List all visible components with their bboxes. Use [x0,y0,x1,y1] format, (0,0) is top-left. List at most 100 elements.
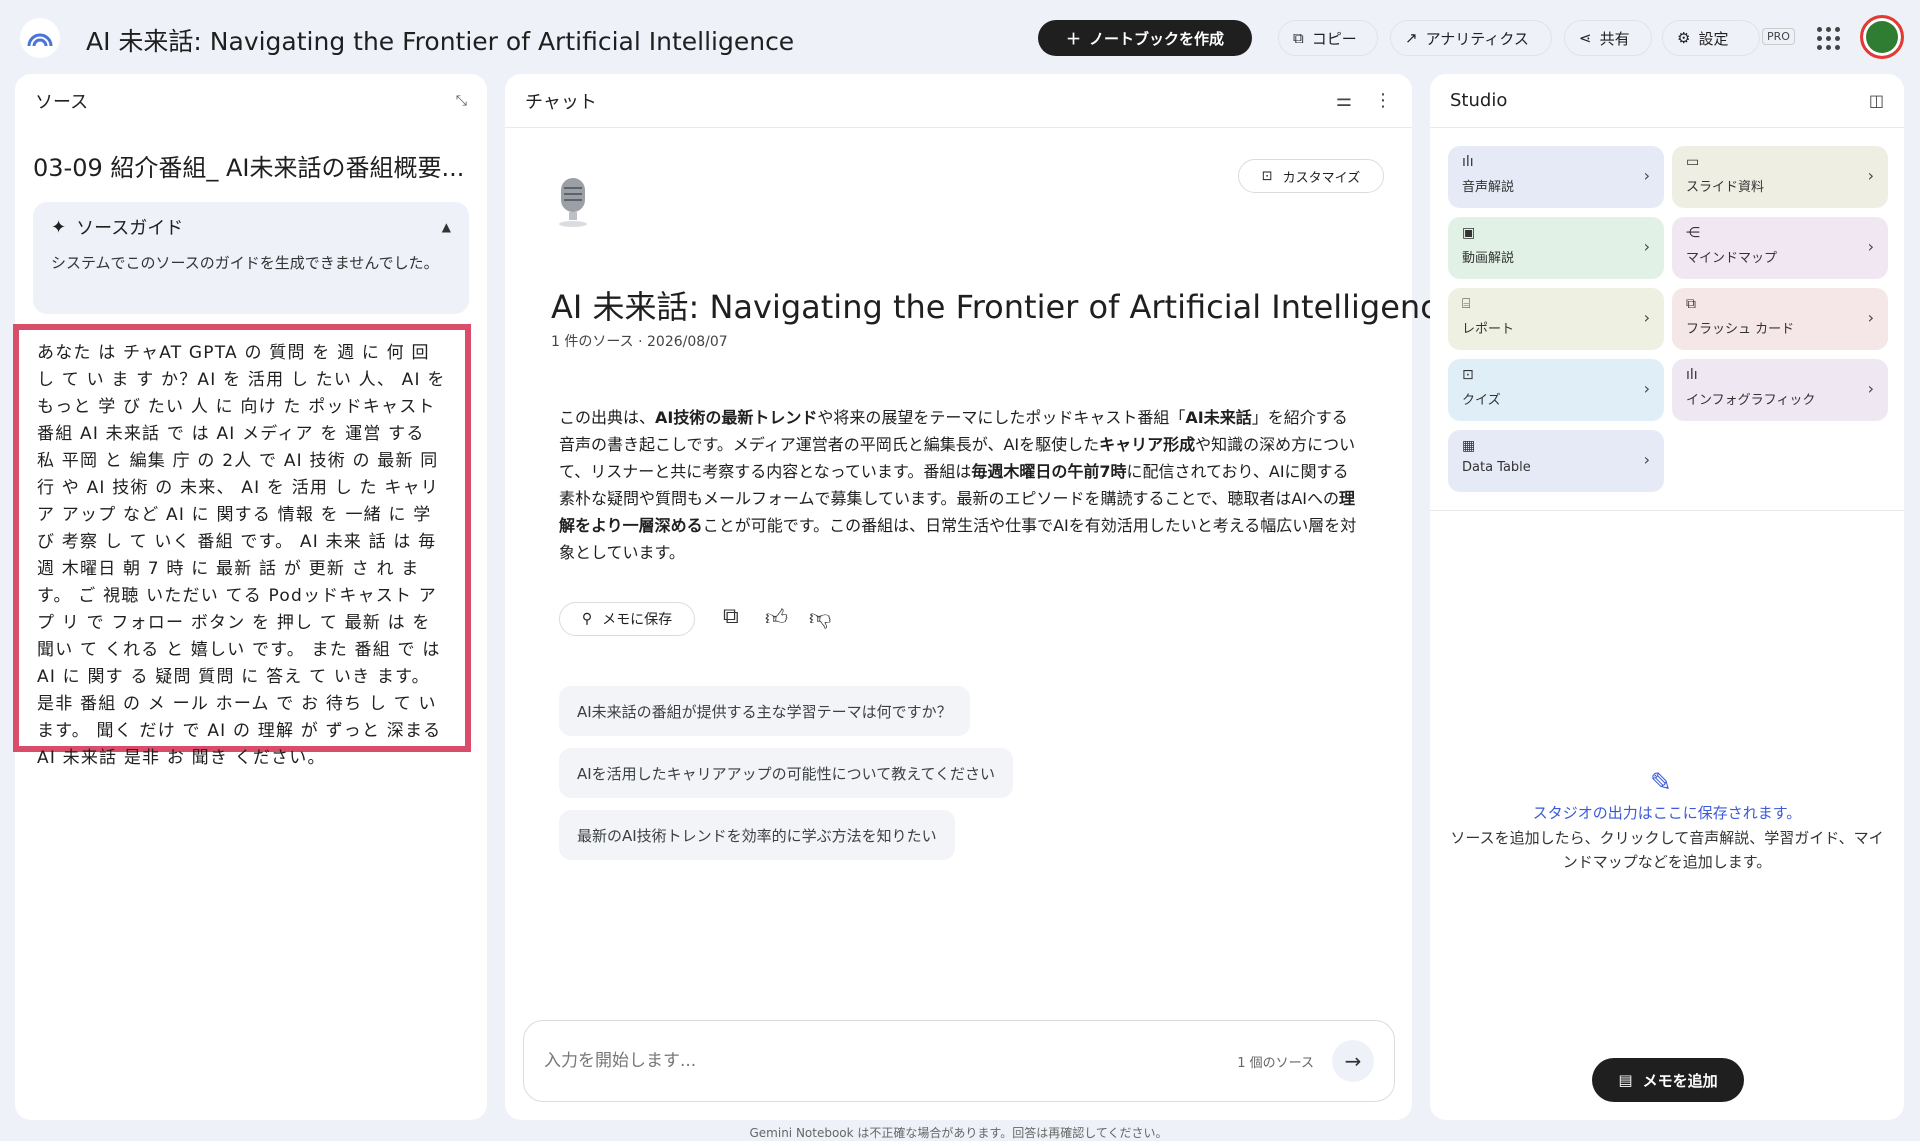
chevron-right-icon: › [1867,308,1874,327]
studio-tile-video[interactable]: ▣ 動画解説 › [1448,217,1664,279]
arrow-right-icon: → [1344,1049,1362,1073]
chevron-right-icon: › [1643,237,1650,256]
studio-hint-title: スタジオの出力はここに保存されます。 [1532,804,1802,822]
flashcard-icon: ⧉ [1686,296,1696,312]
notebook-summary: この出典は、AI技術の最新トレンドや将来の展望をテーマにしたポッドキャスト番組「… [559,408,1357,562]
studio-panel-title: Studio [1450,90,1508,111]
studio-tile-audio[interactable]: ılı 音声解説 › [1448,146,1664,208]
chevron-right-icon: › [1643,379,1650,398]
studio-tile-label: フラッシュ カード [1686,322,1795,337]
chevron-up-icon[interactable]: ▲ [442,220,451,234]
add-memo-button[interactable]: ▤ メモを追加 [1592,1058,1744,1102]
video-icon: ▣ [1462,225,1476,241]
avatar[interactable] [1860,15,1904,59]
infographic-icon: ılı [1686,367,1698,383]
studio-tile-label: レポート [1462,322,1515,337]
studio-tile-report[interactable]: ⌸ レポート › [1448,288,1664,350]
create-notebook-label: ノートブックを作成 [1089,29,1225,48]
pro-badge: PRO [1762,28,1795,45]
share-label: 共有 [1599,29,1630,48]
report-icon: ⌸ [1462,296,1471,312]
mindmap-icon: ⋲ [1686,225,1700,241]
studio-tile-label: インフォグラフィック [1686,393,1816,408]
disclaimer-text: Gemini Notebook は不正確な場合があります。回答は再確認してくださ… [749,1126,1168,1140]
collapse-icon[interactable]: ⤡ [456,93,467,109]
studio-panel-header: Studio ◫ [1430,74,1904,128]
studio-tile-slides[interactable]: ▭ スライド資料 › [1672,146,1888,208]
suggested-question[interactable]: AI未来話の番組が提供する主な学習テーマは何ですか？ [559,686,970,736]
chat-input[interactable] [544,1051,1238,1071]
analytics-button[interactable]: ↗ アナリティクス [1390,20,1552,56]
slides-icon: ▭ [1686,154,1700,170]
studio-tile-data-table[interactable]: ▦ Data Table › [1448,430,1664,492]
chevron-right-icon: › [1867,237,1874,256]
studio-tile-mindmap[interactable]: ⋲ マインドマップ › [1672,217,1888,279]
source-guide: ✦ ソースガイド ▲ システムでこのソースのガイドを生成できませんでした。 [33,202,469,314]
thumbs-up-icon[interactable]: 👍︎ [765,604,788,631]
source-guide-title: ソースガイド [76,218,184,239]
table-icon: ▦ [1462,438,1476,454]
create-notebook-button[interactable]: ＋ ノートブックを作成 [1038,20,1252,56]
studio-tile-flashcard[interactable]: ⧉ フラッシュ カード › [1672,288,1888,350]
magic-wand-icon: ✎ [1650,768,1672,798]
chevron-right-icon: › [1867,166,1874,185]
studio-tile-label: クイズ [1462,393,1501,408]
notebook-meta: 1 件のソース · 2026/08/07 [551,334,728,350]
chevron-right-icon: › [1643,308,1650,327]
copy-button[interactable]: ⧉ コピー [1278,20,1378,56]
sources-panel-title: ソース [35,92,89,113]
save-memo-label: メモに保存 [602,612,673,628]
studio-tile-infographic[interactable]: ılı インフォグラフィック › [1672,359,1888,421]
studio-tile-label: Data Table [1462,460,1531,475]
copy-response-icon[interactable]: ⧉ [723,604,739,629]
chat-composer: 1 個のソース → [523,1020,1395,1102]
note-icon: ▤ [1618,1071,1633,1089]
studio-divider [1430,510,1904,511]
tune-icon[interactable]: ⚌ [1336,90,1352,111]
apps-grid-icon[interactable] [1815,25,1841,51]
microphone-icon [551,174,595,230]
settings-label: 設定 [1698,29,1729,48]
settings-button[interactable]: ⚙ 設定 [1662,20,1760,56]
studio-panel: Studio ◫ ılı 音声解説 › ▭ スライド資料 › ▣ 動画解説 › … [1430,74,1904,1120]
analytics-label: アナリティクス [1425,29,1529,48]
chat-panel: チャット ⚌ ⋮ ⊡ カスタマイズ AI 未来話: Navigating the… [505,74,1458,1120]
source-count: 1 個のソース [1237,1055,1314,1071]
source-guide-header[interactable]: ✦ ソースガイド ▲ [51,214,451,240]
studio-tile-label: 動画解説 [1462,251,1515,266]
audio-icon: ılı [1462,154,1474,170]
source-guide-text: システムでこのソースのガイドを生成できませんでした。 [51,254,439,272]
studio-tile-label: スライド資料 [1686,180,1765,195]
thumbs-down-icon[interactable]: 👎︎ [809,604,831,631]
suggested-question[interactable]: 最新のAI技術トレンドを効率的に学ぶ方法を知りたい [559,810,955,860]
studio-tile-label: 音声解説 [1462,180,1515,195]
sources-panel-header: ソース ⤡ [15,74,487,128]
customize-icon: ⊡ [1261,168,1273,184]
trending-icon: ↗ [1405,29,1418,47]
chevron-right-icon: › [1867,379,1874,398]
suggested-question[interactable]: AIを活用したキャリアアップの可能性について教えてください [559,748,1014,798]
save-to-memo-button[interactable]: ⚲ メモに保存 [559,602,695,636]
studio-tile-quiz[interactable]: ⊡ クイズ › [1448,359,1664,421]
chevron-right-icon: › [1643,166,1650,185]
chat-panel-title: チャット [525,91,597,113]
sparkle-icon: ✦ [51,216,67,238]
notebook-title[interactable]: AI 未来話: Navigating the Frontier of Artif… [86,22,794,58]
quiz-icon: ⊡ [1462,367,1474,383]
more-vert-icon[interactable]: ⋮ [1374,90,1392,111]
copy-label: コピー [1311,29,1357,48]
share-icon: ⋖ [1579,29,1592,47]
customize-button[interactable]: ⊡ カスタマイズ [1238,159,1384,193]
source-transcript: あなた は チャAT GPTA の 質問 を 週 に 何 回 し て い ま す… [13,324,471,768]
sources-panel: ソース ⤡ 03-09 紹介番組_ AI未来話の番組概要... ✦ ソースガイド… [13,74,487,1120]
top-bar: AI 未来話: Navigating the Frontier of Artif… [0,0,1920,74]
sidebar-toggle-icon[interactable]: ◫ [1869,91,1884,110]
plus-icon: ＋ [1065,29,1081,48]
share-button[interactable]: ⋖ 共有 [1564,20,1652,56]
send-button[interactable]: → [1332,1040,1374,1082]
app-logo-icon[interactable] [20,18,60,58]
copy-icon: ⧉ [1293,29,1304,47]
chat-notebook-title: AI 未来話: Navigating the Frontier of Artif… [551,288,1458,326]
studio-tile-label: マインドマップ [1686,251,1778,266]
pin-icon: ⚲ [581,611,593,627]
